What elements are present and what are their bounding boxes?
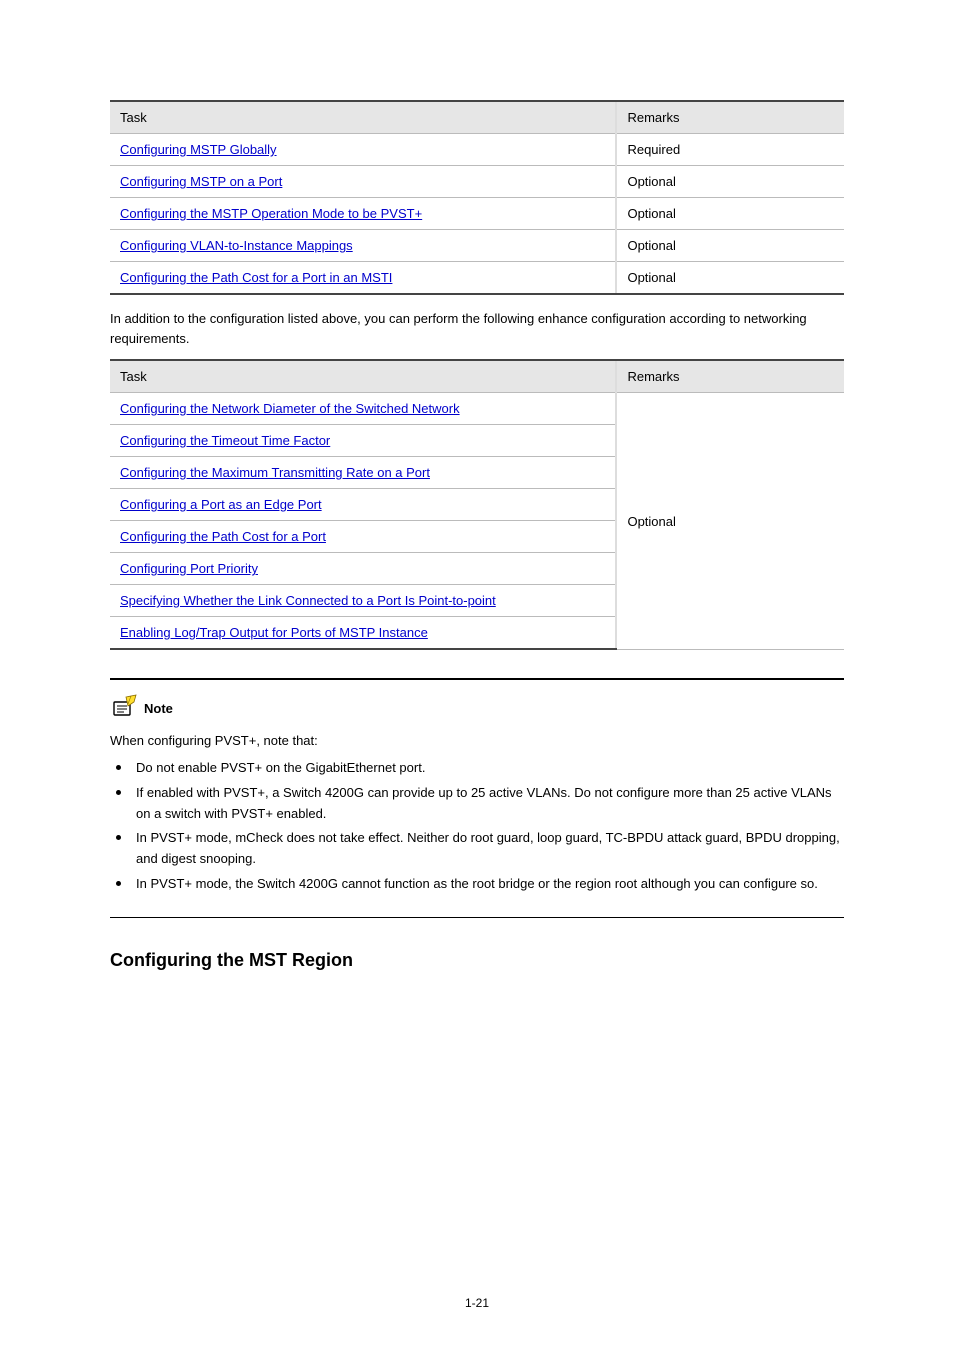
list-item: If enabled with PVST+, a Switch 4200G ca…: [136, 783, 844, 825]
task-link[interactable]: Configuring the Path Cost for a Port: [120, 529, 326, 544]
body-paragraph: In addition to the configuration listed …: [110, 309, 844, 349]
table-row: Configuring the MSTP Operation Mode to b…: [110, 198, 844, 230]
list-item: In PVST+ mode, the Switch 4200G cannot f…: [136, 874, 844, 895]
task-link[interactable]: Configuring MSTP Globally: [120, 142, 277, 157]
task-link[interactable]: Configuring MSTP on a Port: [120, 174, 282, 189]
note-label: Note: [144, 701, 173, 716]
note-callout: Note When configuring PVST+, note that: …: [110, 678, 844, 918]
task-link[interactable]: Configuring the Timeout Time Factor: [120, 433, 330, 448]
remarks-cell: Optional: [616, 262, 844, 295]
task-link[interactable]: Configuring VLAN-to-Instance Mappings: [120, 238, 353, 253]
table-row: Configuring MSTP Globally Required: [110, 134, 844, 166]
table-row: Configuring the Network Diameter of the …: [110, 393, 844, 425]
remarks-cell: Optional: [616, 166, 844, 198]
table-header-task: Task: [110, 360, 616, 393]
task-link[interactable]: Configuring the Network Diameter of the …: [120, 401, 460, 416]
remarks-cell: Optional: [616, 230, 844, 262]
table-header-remarks: Remarks: [616, 360, 844, 393]
list-item: In PVST+ mode, mCheck does not take effe…: [136, 828, 844, 870]
task-link[interactable]: Configuring a Port as an Edge Port: [120, 497, 322, 512]
task-link[interactable]: Enabling Log/Trap Output for Ports of MS…: [120, 625, 428, 640]
table-row: Configuring VLAN-to-Instance Mappings Op…: [110, 230, 844, 262]
note-icon: [110, 694, 138, 723]
config-tasks-table-1: Task Remarks Configuring MSTP Globally R…: [110, 100, 844, 295]
task-link[interactable]: Configuring the Maximum Transmitting Rat…: [120, 465, 430, 480]
remarks-cell: Optional: [616, 198, 844, 230]
task-link[interactable]: Configuring the Path Cost for a Port in …: [120, 270, 392, 285]
config-tasks-table-2: Task Remarks Configuring the Network Dia…: [110, 359, 844, 650]
remarks-cell: Optional: [616, 393, 844, 650]
divider: [110, 917, 844, 918]
table-header-task: Task: [110, 101, 616, 134]
divider: [110, 678, 844, 680]
section-heading: Configuring the MST Region: [110, 950, 844, 971]
task-link[interactable]: Configuring the MSTP Operation Mode to b…: [120, 206, 422, 221]
table-header-remarks: Remarks: [616, 101, 844, 134]
remarks-cell: Required: [616, 134, 844, 166]
table-row: Configuring MSTP on a Port Optional: [110, 166, 844, 198]
page-number: 1-21: [0, 1296, 954, 1310]
task-link[interactable]: Specifying Whether the Link Connected to…: [120, 593, 496, 608]
table-row: Configuring the Path Cost for a Port in …: [110, 262, 844, 295]
list-item: Do not enable PVST+ on the GigabitEthern…: [136, 758, 844, 779]
note-intro: When configuring PVST+, note that:: [110, 731, 844, 752]
task-link[interactable]: Configuring Port Priority: [120, 561, 258, 576]
